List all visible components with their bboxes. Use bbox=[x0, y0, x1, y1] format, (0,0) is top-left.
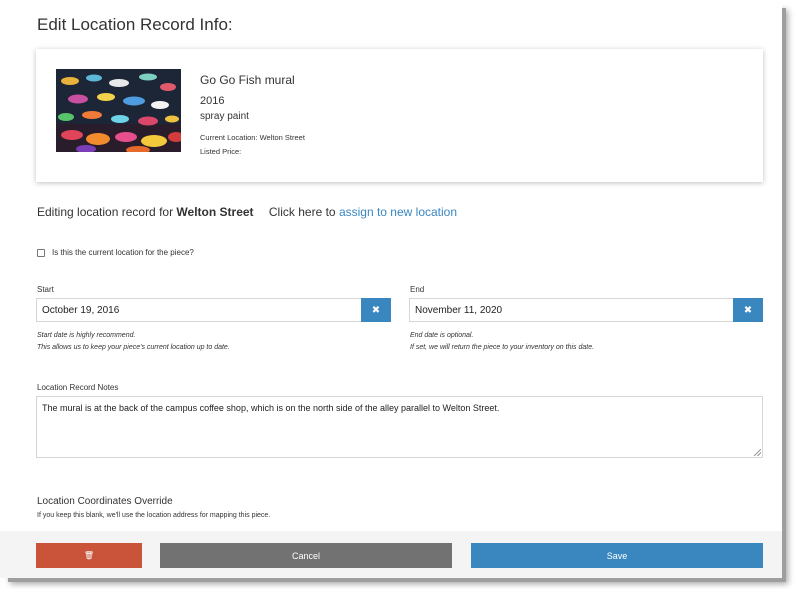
start-help: Start date is highly recommend. This all… bbox=[37, 330, 230, 354]
artwork-current-location: Current Location: Welton Street bbox=[200, 133, 305, 142]
coordinates-override-help: If you keep this blank, we'll use the lo… bbox=[37, 512, 271, 519]
notes-text: The mural is at the back of the campus c… bbox=[42, 403, 500, 413]
fish-mural-image bbox=[56, 69, 181, 152]
trash-icon: 🗑 bbox=[83, 551, 95, 560]
current-location-row: Is this the current location for the pie… bbox=[37, 248, 194, 257]
notes-label: Location Record Notes bbox=[37, 383, 119, 392]
click-here-text: Click here to bbox=[268, 205, 336, 219]
end-clear-button[interactable]: ✖ bbox=[733, 298, 763, 322]
artwork-year: 2016 bbox=[200, 95, 225, 107]
x-icon: ✖ bbox=[371, 304, 381, 316]
editing-location-name: Welton Street bbox=[176, 205, 254, 219]
artwork-name: Go Go Fish mural bbox=[200, 73, 295, 87]
start-help-line2: This allows us to keep your piece's curr… bbox=[37, 344, 230, 351]
end-help-line2: If set, we will return the piece to your… bbox=[410, 344, 595, 351]
x-icon: ✖ bbox=[743, 304, 753, 316]
artwork-medium: spray paint bbox=[200, 111, 249, 122]
end-label: End bbox=[410, 285, 425, 294]
notes-textarea[interactable]: The mural is at the back of the campus c… bbox=[36, 396, 763, 458]
start-date-input[interactable]: October 19, 2016 bbox=[36, 298, 362, 322]
artwork-thumbnail bbox=[56, 69, 181, 152]
current-location-label: Is this the current location for the pie… bbox=[52, 248, 194, 257]
end-date-input[interactable]: November 11, 2020 bbox=[409, 298, 734, 322]
resize-grip-icon[interactable] bbox=[754, 449, 761, 456]
start-label: Start bbox=[37, 285, 54, 294]
current-location-checkbox[interactable] bbox=[37, 248, 45, 257]
end-help: End date is optional. If set, we will re… bbox=[410, 330, 594, 354]
editing-prefix: Editing location record for bbox=[37, 205, 174, 219]
start-help-line1: Start date is highly recommend. bbox=[37, 332, 136, 339]
delete-button[interactable]: 🗑 bbox=[36, 543, 142, 568]
edit-location-page: Edit Location Record Info: Go Go Fish mu… bbox=[0, 0, 782, 578]
end-help-line1: End date is optional. bbox=[410, 332, 474, 339]
save-button[interactable]: Save bbox=[471, 543, 763, 568]
editing-location-line: Editing location record for Welton Stree… bbox=[37, 205, 457, 219]
artwork-listed-price: Listed Price: bbox=[200, 147, 242, 156]
cancel-button[interactable]: Cancel bbox=[160, 543, 452, 568]
assign-new-location-link[interactable]: assign to new location bbox=[339, 205, 457, 219]
page-title: Edit Location Record Info: bbox=[37, 15, 233, 34]
action-footer: 🗑 Cancel Save bbox=[0, 531, 782, 578]
coordinates-override-title: Location Coordinates Override bbox=[37, 496, 173, 507]
artwork-summary-card: Go Go Fish mural 2016 spray paint Curren… bbox=[36, 49, 763, 182]
start-clear-button[interactable]: ✖ bbox=[361, 298, 391, 322]
